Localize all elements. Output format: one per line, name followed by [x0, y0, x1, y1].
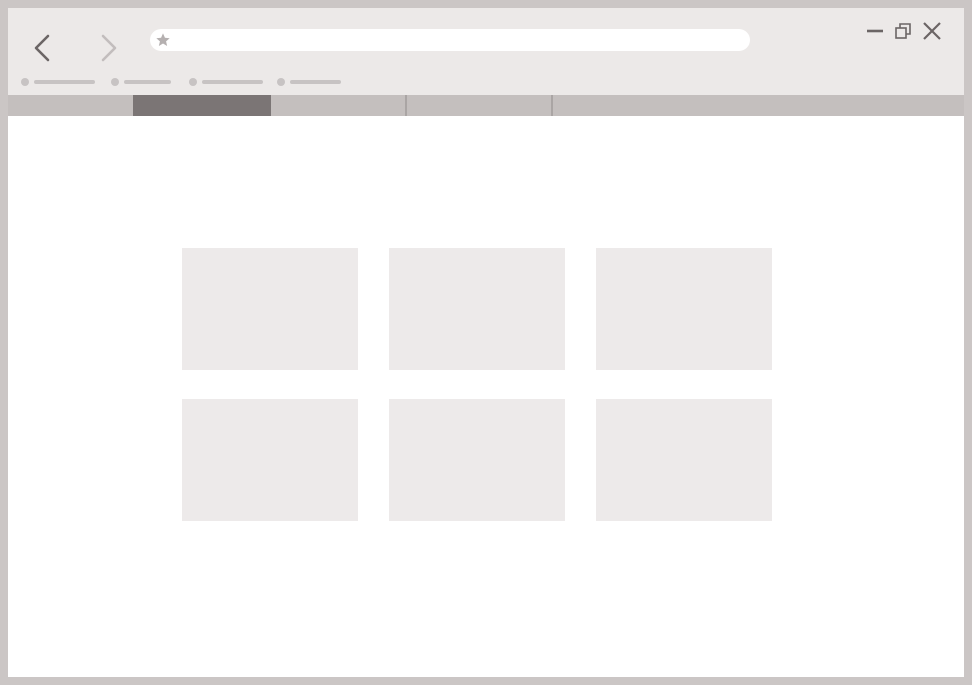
restore-icon	[895, 23, 911, 39]
speed-dial-tile[interactable]	[596, 248, 772, 370]
bookmark-label	[290, 80, 341, 84]
minimize-icon	[867, 29, 883, 33]
tab[interactable]	[271, 95, 405, 116]
url-input[interactable]	[175, 33, 750, 47]
chevron-left-icon	[34, 34, 50, 62]
speed-dial-tile[interactable]	[596, 399, 772, 521]
bookmark-item[interactable]	[277, 75, 341, 89]
bookmark-favicon	[111, 78, 119, 86]
chevron-right-icon	[101, 34, 117, 62]
page-content	[8, 116, 964, 677]
bookmark-favicon	[189, 78, 197, 86]
bookmarks-bar	[8, 71, 964, 93]
bookmark-favicon	[277, 78, 285, 86]
back-button[interactable]	[28, 28, 56, 68]
bookmark-label	[202, 80, 263, 84]
address-bar[interactable]	[150, 29, 750, 51]
close-icon	[923, 22, 941, 40]
tab[interactable]	[407, 95, 551, 116]
bookmark-item[interactable]	[189, 75, 263, 89]
bookmark-label	[34, 80, 95, 84]
tab[interactable]	[8, 95, 133, 116]
bookmark-label	[124, 80, 171, 84]
speed-dial-tile[interactable]	[389, 399, 565, 521]
tab[interactable]	[553, 95, 964, 116]
speed-dial-tile[interactable]	[389, 248, 565, 370]
browser-window	[0, 0, 972, 685]
forward-button[interactable]	[95, 28, 123, 68]
star-icon[interactable]	[155, 32, 171, 48]
restore-button[interactable]	[892, 20, 914, 42]
tab-strip	[8, 95, 964, 116]
bookmark-item[interactable]	[111, 75, 171, 89]
bookmark-favicon	[21, 78, 29, 86]
tab-active[interactable]	[133, 95, 271, 116]
close-button[interactable]	[921, 20, 943, 42]
minimize-button[interactable]	[864, 20, 886, 42]
bookmark-item[interactable]	[21, 75, 95, 89]
speed-dial-tile[interactable]	[182, 248, 358, 370]
speed-dial-tile[interactable]	[182, 399, 358, 521]
title-bar	[8, 8, 964, 95]
